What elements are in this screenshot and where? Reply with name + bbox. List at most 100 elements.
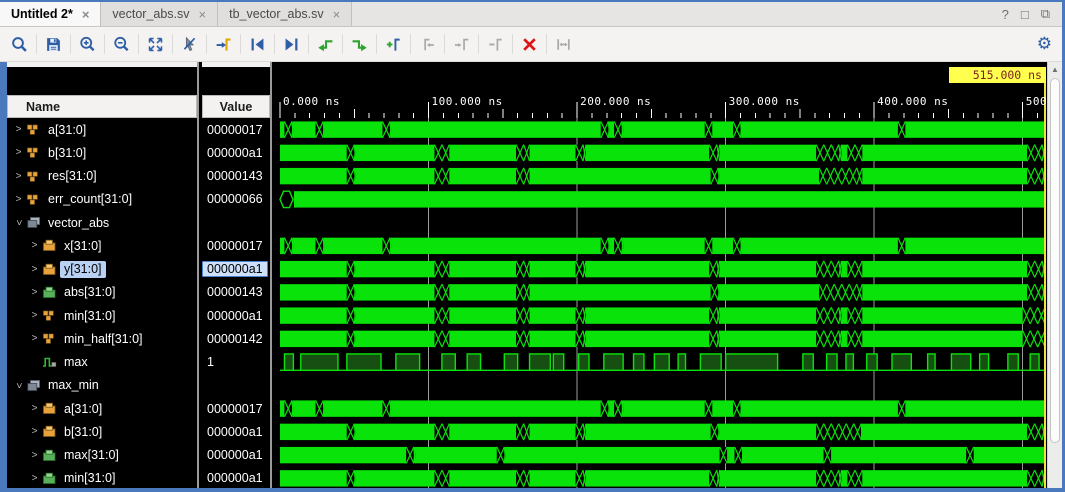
vertical-scrollbar[interactable]: ▲: [1047, 62, 1062, 488]
signal-name-label: max_min: [44, 377, 103, 394]
remove-marker-button[interactable]: [482, 31, 509, 57]
signal-value-text: 00000017: [202, 400, 268, 417]
chevron-right-icon[interactable]: >: [29, 264, 40, 275]
signal-value-abs-31-0-[interactable]: 00000143: [202, 281, 270, 304]
previous-transition-button[interactable]: [244, 31, 271, 57]
signal-row-max[interactable]: max: [7, 351, 197, 374]
signal-row-x-31-0-[interactable]: > x[31:0]: [7, 234, 197, 257]
previous-marker-button[interactable]: [414, 31, 441, 57]
go-to-time-button[interactable]: [210, 31, 237, 57]
bus-input-icon: [42, 263, 57, 276]
tab-close-icon[interactable]: ×: [333, 8, 341, 21]
chevron-right-icon[interactable]: >: [29, 310, 40, 321]
toolbar-button-strip: [6, 31, 577, 57]
toolbar-separator: [274, 34, 275, 54]
tab-close-icon[interactable]: ×: [82, 8, 90, 21]
help-icon[interactable]: ?: [1002, 7, 1009, 22]
signal-value-text: 000000a1: [202, 307, 268, 324]
toolbar-separator: [36, 34, 37, 54]
next-transition-button[interactable]: [278, 31, 305, 57]
scrollbar-thumb[interactable]: [1050, 78, 1060, 443]
chevron-right-icon[interactable]: >: [13, 147, 24, 158]
signal-row-b-31-0-[interactable]: >b[31:0]: [7, 141, 197, 164]
zoom-out-button[interactable]: [108, 31, 135, 57]
signal-value-min-31-0-[interactable]: 000000a1: [202, 467, 270, 488]
bus-input-icon: [42, 239, 57, 252]
chevron-right-icon[interactable]: >: [29, 333, 40, 344]
chevron-right-icon[interactable]: >: [13, 194, 24, 205]
tab-tb-vector-abs-sv[interactable]: tb_vector_abs.sv×: [218, 2, 352, 26]
signal-name-label: res[31:0]: [44, 168, 101, 185]
value-column-header[interactable]: Value: [202, 95, 270, 118]
tab-label: Untitled 2*: [11, 7, 73, 21]
signal-value-max[interactable]: 1: [202, 351, 270, 374]
name-column-header[interactable]: Name: [7, 95, 197, 118]
signal-row-res-31-0-[interactable]: > res[31:0]: [7, 165, 197, 188]
signal-row-min-31-0-[interactable]: >min[31:0]: [7, 304, 197, 327]
signal-value-x-31-0-[interactable]: 00000017: [202, 234, 270, 257]
delete-button[interactable]: [516, 31, 543, 57]
scroll-up-arrow-icon[interactable]: ▲: [1048, 62, 1062, 77]
chevron-right-icon[interactable]: >: [29, 403, 40, 414]
signal-value-vector-abs[interactable]: [202, 211, 270, 234]
signal-row-a-31-0-[interactable]: >a[31:0]: [7, 118, 197, 141]
add-marker-button[interactable]: [380, 31, 407, 57]
signal-value-a-31-0-[interactable]: 00000017: [202, 118, 270, 141]
signal-value-max-31-0-[interactable]: 000000a1: [202, 444, 270, 467]
signal-row-err-count-31-0-[interactable]: >err_count[31:0]: [7, 188, 197, 211]
zoom-in-button[interactable]: [74, 31, 101, 57]
settings-gear-icon[interactable]: ⚙: [1037, 34, 1052, 54]
signal-row-y-31-0-[interactable]: >y[31:0]: [7, 258, 197, 281]
chevron-right-icon[interactable]: >: [29, 473, 40, 484]
waveform-svg: [276, 62, 1046, 488]
signal-name-label: max[31:0]: [60, 447, 123, 464]
signal-row-min-half-31-0-[interactable]: >min_half[31:0]: [7, 327, 197, 350]
window-left-border: [0, 62, 7, 488]
chevron-right-icon[interactable]: >: [29, 450, 40, 461]
signal-value-min-31-0-[interactable]: 000000a1: [202, 304, 270, 327]
signal-row-b-31-0-[interactable]: >b[31:0]: [7, 420, 197, 443]
signal-value-err-count-31-0-[interactable]: 00000066: [202, 188, 270, 211]
save-waveform-button[interactable]: [40, 31, 67, 57]
signal-value-min-half-31-0-[interactable]: 00000142: [202, 327, 270, 350]
find-button[interactable]: [6, 31, 33, 57]
signal-value-b-31-0-[interactable]: 000000a1: [202, 141, 270, 164]
signal-row-a-31-0-[interactable]: > a[31:0]: [7, 397, 197, 420]
cursor-time-badge[interactable]: 515.000 ns: [949, 67, 1046, 83]
zoom-fit-button[interactable]: [142, 31, 169, 57]
chevron-down-icon[interactable]: >: [13, 217, 24, 228]
next-marker-button[interactable]: [448, 31, 475, 57]
signal-row-abs-31-0-[interactable]: >abs[31:0]: [7, 281, 197, 304]
signal-row-max-31-0-[interactable]: > max[31:0]: [7, 444, 197, 467]
maximize-icon[interactable]: □: [1021, 7, 1029, 22]
tab-untitled-2-[interactable]: Untitled 2* ×: [0, 2, 101, 26]
signal-row-max-min[interactable]: > max_min: [7, 374, 197, 397]
signal-value-res-31-0-[interactable]: 00000143: [202, 165, 270, 188]
signal-name-label: x[31:0]: [60, 237, 106, 254]
bus-input-icon: [42, 402, 57, 415]
chevron-right-icon[interactable]: >: [13, 171, 24, 182]
signal-values-panel: Value 00000017000000a1000001430000006600…: [202, 62, 270, 488]
signal-value-b-31-0-[interactable]: 000000a1: [202, 420, 270, 443]
signal-value-a-31-0-[interactable]: 00000017: [202, 397, 270, 420]
waveform-canvas[interactable]: 515.000 ns 0.000 ns100.000 ns200.000 ns3…: [276, 62, 1047, 488]
signal-value-y-31-0-[interactable]: 000000a1: [202, 258, 270, 281]
window-controls: ? □ ⧉: [1002, 2, 1062, 26]
chevron-right-icon[interactable]: >: [29, 240, 40, 251]
bus-orange-icon: [26, 146, 41, 159]
signal-row-vector-abs[interactable]: >vector_abs: [7, 211, 197, 234]
signal-row-min-31-0-[interactable]: >min[31:0]: [7, 467, 197, 488]
tab-close-icon[interactable]: ×: [199, 8, 207, 21]
swap-markers-button[interactable]: [550, 31, 577, 57]
chevron-right-icon[interactable]: >: [13, 124, 24, 135]
chevron-right-icon[interactable]: >: [29, 287, 40, 298]
previous-edge-button[interactable]: [312, 31, 339, 57]
tab-vector-abs-sv[interactable]: vector_abs.sv×: [101, 2, 218, 26]
float-icon[interactable]: ⧉: [1041, 6, 1050, 22]
chevron-down-icon[interactable]: >: [13, 380, 24, 391]
next-edge-button[interactable]: [346, 31, 373, 57]
signal-value-max-min[interactable]: [202, 374, 270, 397]
remove-cursor-button[interactable]: [176, 31, 203, 57]
chevron-right-icon[interactable]: >: [29, 426, 40, 437]
signal-name-label: a[31:0]: [60, 400, 106, 417]
